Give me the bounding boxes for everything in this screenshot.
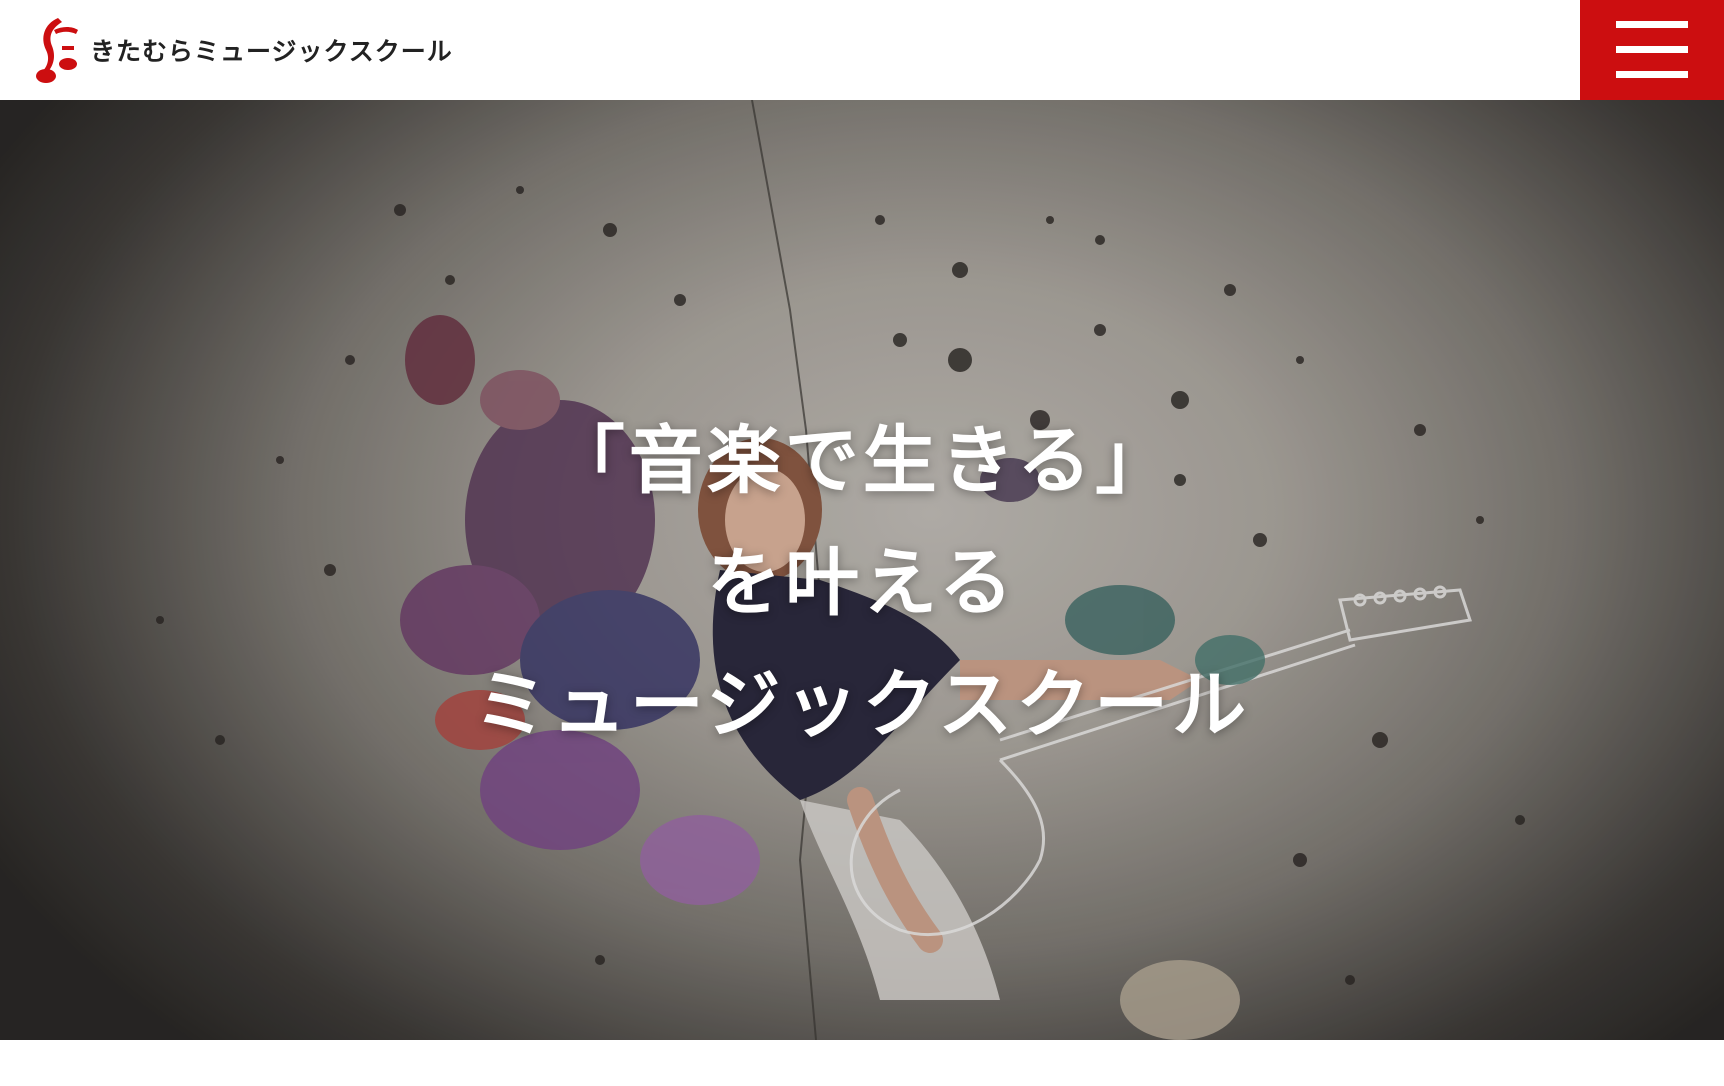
hero-headline: 「音楽で生きる」 を叶える ミュージックスクール bbox=[0, 400, 1724, 766]
logo-text: きたむらミュージックスクール bbox=[90, 37, 453, 66]
logo-mark-icon bbox=[36, 18, 78, 83]
hero-headline-line: ミュージックスクール bbox=[473, 662, 1251, 748]
hamburger-menu-icon-bar bbox=[1616, 71, 1688, 78]
hamburger-menu-icon-bar bbox=[1616, 21, 1688, 28]
hero-section: 「音楽で生きる」 を叶える ミュージックスクール bbox=[0, 100, 1724, 1040]
hero-headline-line: を叶える bbox=[707, 540, 1017, 626]
site-logo[interactable]: きたむらミュージックスクール bbox=[32, 16, 453, 84]
hero-headline-line: 「音楽で生きる」 bbox=[550, 418, 1174, 504]
site-header: きたむらミュージックスクール bbox=[0, 0, 1724, 100]
hamburger-menu-icon-bar bbox=[1616, 46, 1688, 53]
hamburger-menu-button[interactable] bbox=[1580, 0, 1724, 100]
